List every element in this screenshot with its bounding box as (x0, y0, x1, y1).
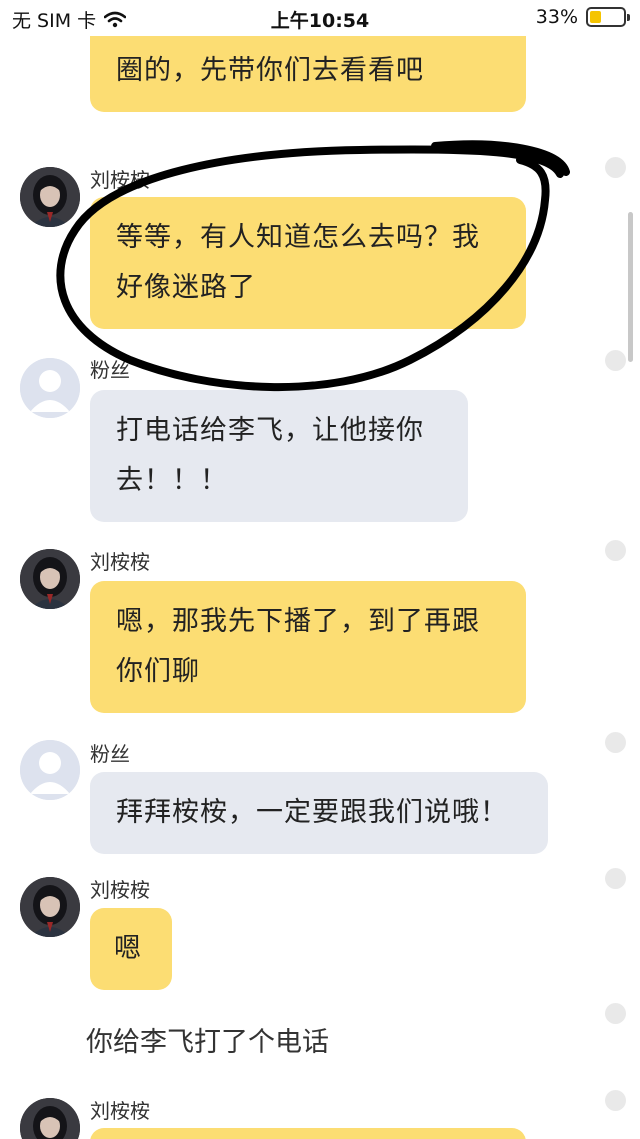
message-text: 打电话给李飞，让他接你去！！！ (116, 415, 424, 496)
sender-name: 粉丝 (90, 742, 130, 766)
message-text: 拜拜桉桉，一定要跟我们说哦！ (116, 797, 508, 828)
avatar-girl-icon (20, 1098, 80, 1139)
message-bubble[interactable]: 拜拜桉桉，一定要跟我们说哦！ (90, 772, 548, 854)
message-text: 等等，有人知道怎么去吗？我好像迷路了 (116, 222, 480, 303)
battery-fill (590, 11, 601, 23)
sender-name: 粉丝 (90, 358, 130, 382)
status-right: 33% (535, 6, 630, 28)
message-bubble[interactable]: 嗯 (90, 908, 172, 990)
sender-name: 刘桉桉 (90, 168, 150, 192)
scrollbar[interactable] (628, 212, 633, 362)
default-user-icon (20, 740, 80, 800)
message-text: 嗯，那我先下播了，到了再跟你们聊 (116, 606, 480, 687)
system-message: 你给李飞打了个电话 (86, 1027, 329, 1058)
sender-name: 刘桉桉 (90, 1099, 150, 1123)
battery-icon (586, 7, 630, 27)
unread-dot (605, 157, 626, 178)
unread-dot (605, 1003, 626, 1024)
sender-name: 刘桉桉 (90, 878, 150, 902)
unread-dot (605, 868, 626, 889)
unread-dot (605, 540, 626, 561)
message-bubble[interactable]: 嗯，那我先下播了，到了再跟你们聊 (90, 581, 526, 713)
avatar-girl-icon (20, 877, 80, 937)
sender-name: 刘桉桉 (90, 550, 150, 574)
default-user-icon (20, 358, 80, 418)
message-bubble[interactable] (90, 1128, 526, 1139)
avatar-girl-icon (20, 167, 80, 227)
unread-dot (605, 350, 626, 371)
avatar[interactable] (20, 740, 80, 800)
status-bar: 无 SIM 卡 上午10:54 33% (0, 0, 640, 36)
chat-area[interactable]: 啊哈哈哈，我不怎么关心娱乐圈的，先带你们去看看吧 刘桉桉 等等，有人知道怎么去吗… (0, 0, 640, 1139)
avatar[interactable] (20, 549, 80, 609)
message-text: 嗯 (114, 933, 142, 964)
avatar[interactable] (20, 1098, 80, 1139)
avatar[interactable] (20, 167, 80, 227)
avatar[interactable] (20, 877, 80, 937)
avatar[interactable] (20, 358, 80, 418)
message-bubble[interactable]: 等等，有人知道怎么去吗？我好像迷路了 (90, 197, 526, 329)
unread-dot (605, 732, 626, 753)
battery-percent: 33% (535, 6, 578, 28)
message-bubble[interactable]: 打电话给李飞，让他接你去！！！ (90, 390, 468, 522)
unread-dot (605, 1090, 626, 1111)
avatar-girl-icon (20, 549, 80, 609)
